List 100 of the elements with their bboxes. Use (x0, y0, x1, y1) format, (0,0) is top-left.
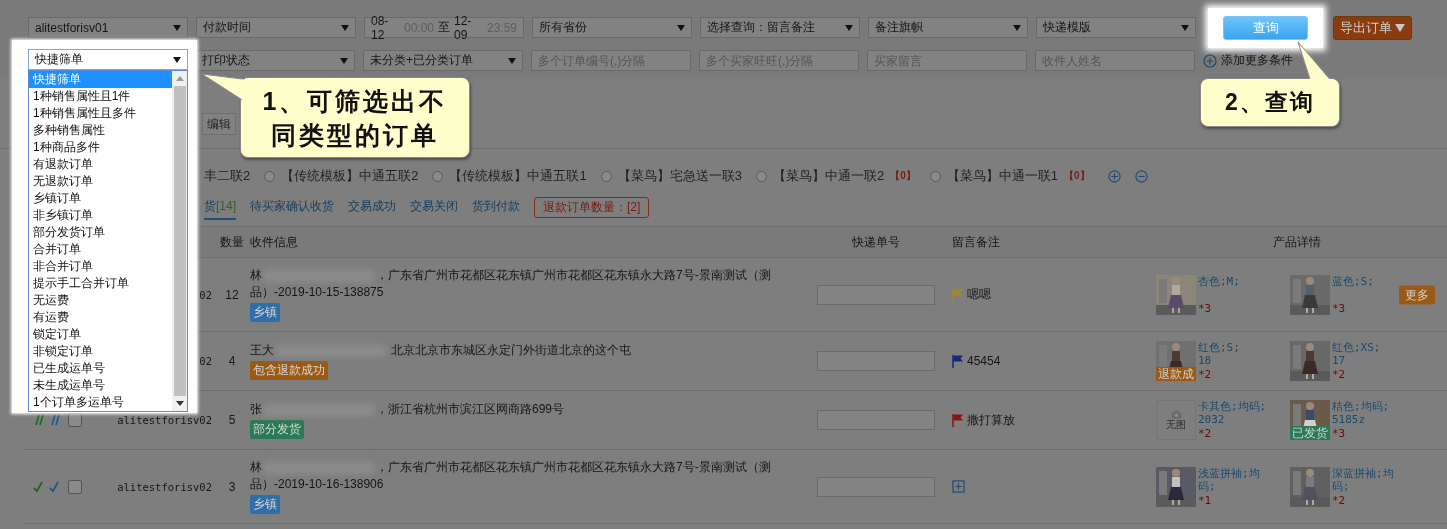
caret-icon (1013, 24, 1021, 31)
dropdown[interactable]: 打印状态 (195, 50, 355, 71)
product-spec[interactable]: 桔色;均码; (1332, 400, 1390, 413)
product-quantity: *3 (1332, 427, 1347, 440)
caret-icon (340, 57, 348, 64)
add-note-icon[interactable] (952, 480, 965, 493)
dropdown[interactable]: 未分类+已分类订单 (363, 50, 523, 71)
note-text: 撒打算放 (967, 411, 1015, 429)
product-spec[interactable]: 深蓝拼袖;均 (1332, 466, 1394, 480)
dropdown-option[interactable]: 无退款订单 (29, 173, 172, 190)
dropdown[interactable]: 备注旗帜 (868, 17, 1028, 38)
order-tag: 乡镇 (250, 303, 280, 322)
dropdown-option[interactable]: 1种销售属性且1件 (29, 88, 172, 105)
dropdown[interactable]: alitestforisv01 (28, 17, 188, 38)
tracking-number-field[interactable] (817, 410, 935, 430)
status-badge: 退款成 (1156, 367, 1196, 381)
dropdown-option[interactable]: 1种销售属性且多件 (29, 105, 172, 122)
dropdown-option[interactable]: 提示手工合并订单 (29, 275, 172, 292)
tracking-number-field[interactable] (817, 476, 935, 497)
dropdown-option[interactable]: 无运费 (29, 292, 172, 309)
dropdown-option[interactable]: 1个订单多运单号 (29, 394, 172, 411)
product-quantity: *2 (1332, 493, 1347, 507)
status-tab[interactable]: 交易关闭 (410, 194, 458, 220)
product-quantity: *3 (1198, 301, 1213, 315)
remove-icon[interactable] (1134, 169, 1148, 183)
caret-icon (173, 24, 181, 31)
callout-pointer (200, 72, 244, 102)
account-name: alitestforisv02 (117, 414, 212, 426)
radio-button[interactable] (432, 170, 444, 182)
dropdown[interactable]: 所有省份 (532, 17, 692, 38)
radio-button[interactable] (755, 170, 767, 182)
check-icon (48, 480, 60, 493)
order-tag: 乡镇 (250, 495, 280, 514)
scroll-up-icon[interactable] (175, 76, 184, 81)
radio-button[interactable] (264, 170, 276, 182)
product-spec[interactable]: 码; (1332, 479, 1394, 493)
radio-button[interactable] (929, 170, 941, 182)
more-button[interactable]: 更多 (1399, 285, 1435, 304)
address-text: 王大 北京北京市东城区永定门外街道北京的这个屯 (250, 342, 633, 359)
caret-icon (508, 57, 516, 64)
product-spec[interactable]: 浅蓝拼袖;均 (1198, 466, 1260, 480)
tab-count: [14] (216, 198, 236, 213)
dropdown-option[interactable]: 部分发货订单 (29, 224, 172, 241)
dropdown-option[interactable]: 1种商品多件 (29, 139, 172, 156)
dropdown-option[interactable]: 已生成运单号 (29, 360, 172, 377)
callout-pointer (1297, 41, 1333, 81)
count-label: 【0】 (890, 169, 916, 183)
dropdown[interactable]: 快递模版 (1036, 17, 1196, 38)
flag-icon[interactable] (952, 354, 964, 368)
column-header: 收件信息 (250, 233, 299, 251)
dropdown-option[interactable]: 非乡镇订单 (29, 207, 172, 224)
dropdown-option[interactable]: 快捷筛单 (29, 71, 172, 88)
quick-filter-dropdown[interactable]: 快捷筛单 (28, 49, 188, 70)
status-tab[interactable]: 货[14] (204, 194, 236, 220)
status-tab[interactable]: 待买家确认收货 (250, 194, 334, 220)
dropdown-option[interactable]: 非锁定订单 (29, 343, 172, 360)
dropdown-option[interactable]: 有退款订单 (29, 156, 172, 173)
product-spec[interactable]: 码; (1198, 479, 1260, 493)
quantity: 3 (228, 479, 236, 494)
product-quantity: *2 (1198, 368, 1213, 381)
dropdown-option[interactable]: 合并订单 (29, 241, 172, 258)
dropdown-option[interactable]: 乡镇订单 (29, 190, 172, 207)
status-tab[interactable]: 货到付款 (472, 194, 520, 220)
order-tag: 部分发货 (250, 420, 304, 439)
scrollbar[interactable] (172, 71, 187, 411)
template-option[interactable]: 【传统模板】中通五联1 (432, 167, 587, 185)
dropdown-option[interactable]: 未生成运单号 (29, 377, 172, 394)
tracking-number-field[interactable] (817, 284, 935, 305)
caret-icon (173, 56, 181, 63)
tracking-number-field[interactable] (817, 351, 935, 371)
dropdown[interactable]: 选择查询：留言备注 (700, 17, 860, 38)
add-icon[interactable] (1107, 169, 1121, 183)
refund-orders-button[interactable]: 退款订单数量：[2] (534, 196, 650, 218)
status-tab[interactable]: 交易成功 (348, 194, 396, 220)
callout-bubble: 1、可筛选出不同类型的订单 (240, 77, 470, 158)
column-header: 快递单号 (851, 233, 901, 251)
product-spec[interactable]: 卡其色;均码; (1198, 400, 1267, 413)
quantity: 5 (228, 413, 236, 427)
caret-icon (1395, 23, 1405, 32)
edit-button[interactable]: 编辑 (202, 113, 236, 135)
dropdown-option[interactable]: 锁定订单 (29, 326, 172, 343)
add-conditions-link[interactable]: 添加更多条件 (1203, 52, 1293, 69)
export-button[interactable]: 导出订单 (1333, 15, 1412, 40)
scroll-down-icon[interactable] (175, 401, 184, 406)
camera-icon (1170, 410, 1182, 419)
row-checkbox[interactable] (68, 413, 82, 427)
template-option[interactable]: 【传统模板】中通五联2 (264, 167, 419, 185)
dropdown-option[interactable]: 多种销售属性 (29, 122, 172, 139)
quantity: 12 (225, 287, 239, 302)
row-checkbox[interactable] (68, 479, 82, 494)
product-quantity: *1 (1198, 493, 1213, 507)
dropdown[interactable]: 付款时间 (196, 17, 356, 38)
caret-icon (1181, 24, 1189, 31)
column-header: 数量 (219, 233, 245, 251)
dropdown-option[interactable]: 有运费 (29, 309, 172, 326)
flag-icon[interactable] (952, 413, 964, 427)
count-label: 【0】 (1063, 169, 1090, 183)
placeholder-label: 无图 (1166, 419, 1186, 430)
radio-button[interactable] (600, 170, 612, 182)
dropdown-option[interactable]: 非合并订单 (29, 258, 172, 275)
